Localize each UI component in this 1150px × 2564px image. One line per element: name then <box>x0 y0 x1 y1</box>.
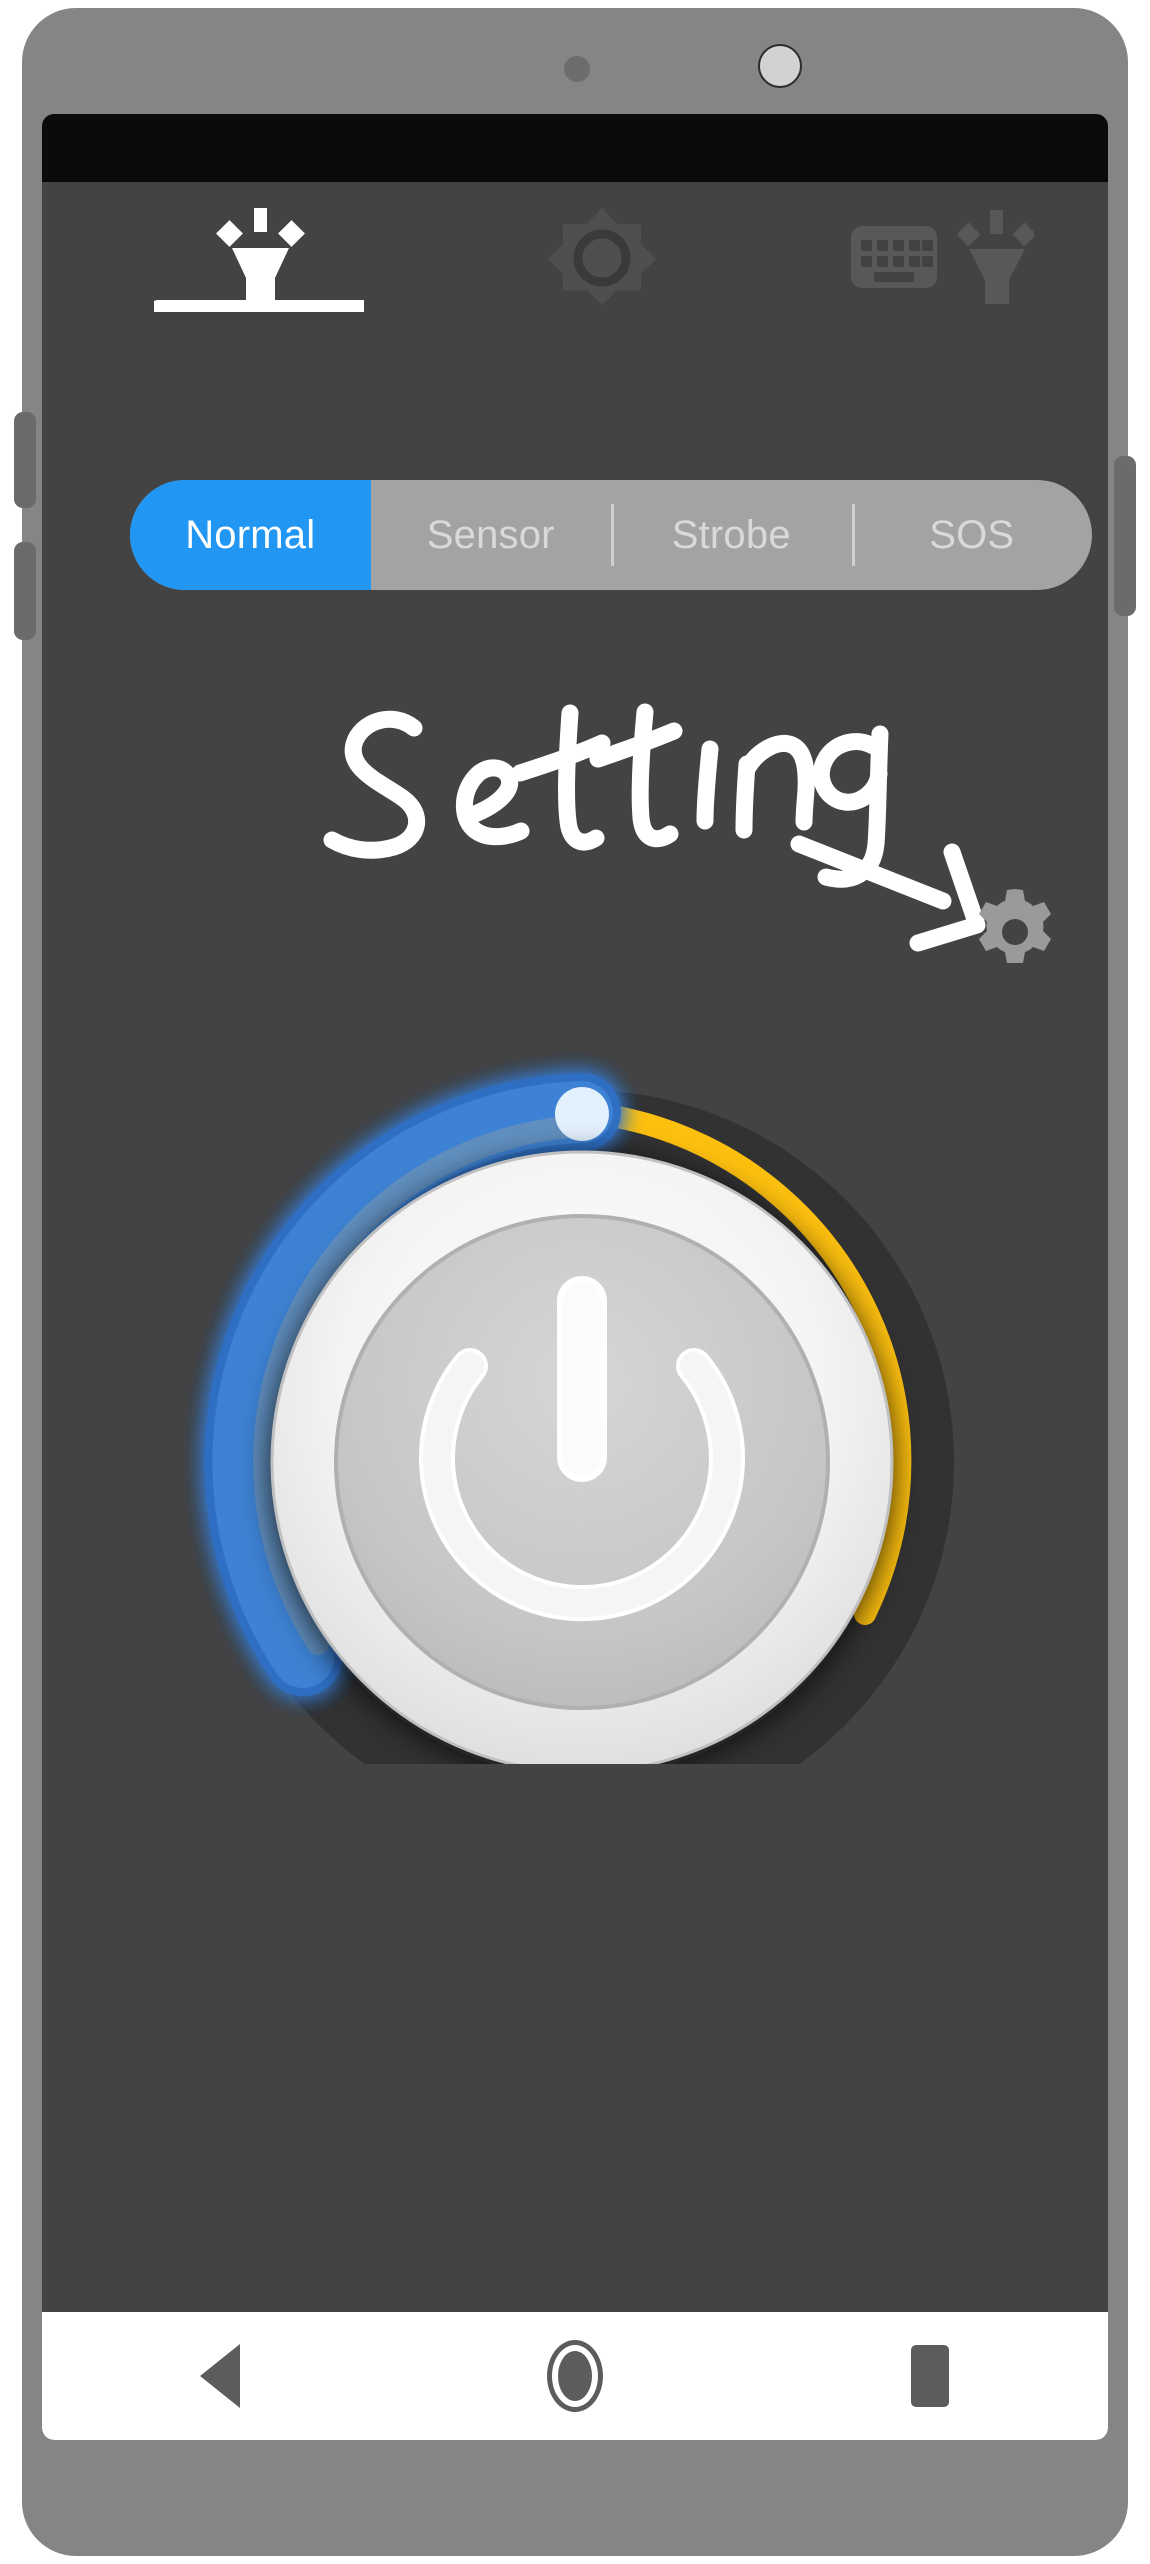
front-camera <box>758 44 802 88</box>
status-bar <box>42 114 1108 182</box>
settings-gear-button[interactable] <box>972 889 1058 975</box>
mode-tab-strobe-label: Strobe <box>671 512 791 557</box>
nav-home-button[interactable] <box>515 2326 635 2426</box>
proximity-sensor <box>564 56 590 82</box>
mode-tab-normal[interactable]: Normal <box>130 480 371 590</box>
brightness-sun-icon <box>548 208 656 306</box>
nav-recents-button[interactable] <box>870 2326 990 2426</box>
flashlight-icon <box>154 208 364 312</box>
mode-tab-sensor-label: Sensor <box>426 512 555 557</box>
torch-icon <box>958 210 1034 304</box>
toolbar-item-keyboard[interactable] <box>850 222 938 292</box>
toolbar-item-torch[interactable] <box>958 208 1034 304</box>
app-toolbar <box>42 182 1108 322</box>
phone-screen: Normal Sensor Strobe SOS <box>42 114 1108 2440</box>
back-triangle-icon <box>199 2344 240 2408</box>
home-circle-icon <box>551 2345 598 2407</box>
mode-tab-sensor[interactable]: Sensor <box>371 480 612 590</box>
mode-tab-strobe[interactable]: Strobe <box>611 480 852 590</box>
toolbar-item-brightness[interactable] <box>542 208 662 308</box>
nav-back-button[interactable] <box>160 2326 280 2426</box>
mode-tab-normal-label: Normal <box>185 512 316 557</box>
recents-square-icon <box>911 2345 950 2407</box>
power-toggle-button[interactable] <box>272 1152 892 1764</box>
dial-knob-handle[interactable] <box>555 1087 609 1141</box>
toolbar-item-flashlight[interactable] <box>154 202 364 312</box>
power-dial-slider[interactable] <box>70 964 1070 1764</box>
volume-down-hardware-button[interactable] <box>14 542 36 640</box>
mode-tab-group: Normal Sensor Strobe SOS <box>130 480 1092 590</box>
power-hardware-button[interactable] <box>1114 456 1136 616</box>
annotation-setting-text <box>323 703 889 888</box>
keyboard-icon <box>851 226 937 288</box>
annotation-arrow-icon <box>790 835 986 952</box>
volume-up-hardware-button[interactable] <box>14 412 36 508</box>
android-navigation-bar <box>42 2312 1108 2440</box>
phone-frame: Normal Sensor Strobe SOS <box>14 8 1136 2556</box>
gear-icon <box>979 889 1051 963</box>
mode-tab-sos[interactable]: SOS <box>851 480 1093 590</box>
mode-tab-sos-label: SOS <box>929 512 1015 557</box>
